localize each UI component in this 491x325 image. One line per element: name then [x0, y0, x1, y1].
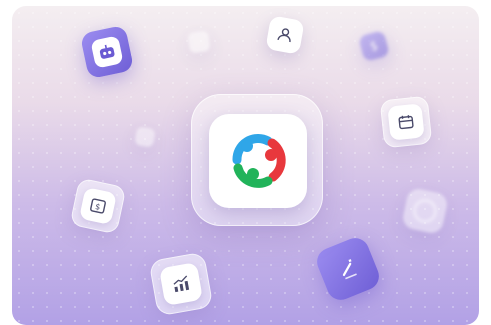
calendar-icon-tile [379, 95, 433, 149]
pen-edit-icon [342, 259, 357, 280]
app-icon [209, 114, 307, 208]
bar-chart-icon [173, 275, 190, 293]
money-card-icon: $ [90, 198, 106, 214]
svg-text:$: $ [94, 202, 101, 212]
user-badge-icon [277, 28, 291, 43]
bar-chart-icon-tile [148, 251, 214, 317]
hero-illustration: $ $ [12, 6, 479, 325]
faint-tile [187, 30, 211, 54]
currency-icon: $ [368, 38, 380, 54]
people-circle-logo-icon [232, 133, 286, 188]
user-badge-icon-tile [265, 15, 305, 55]
robot-icon [99, 44, 115, 59]
calendar-icon [398, 115, 414, 130]
